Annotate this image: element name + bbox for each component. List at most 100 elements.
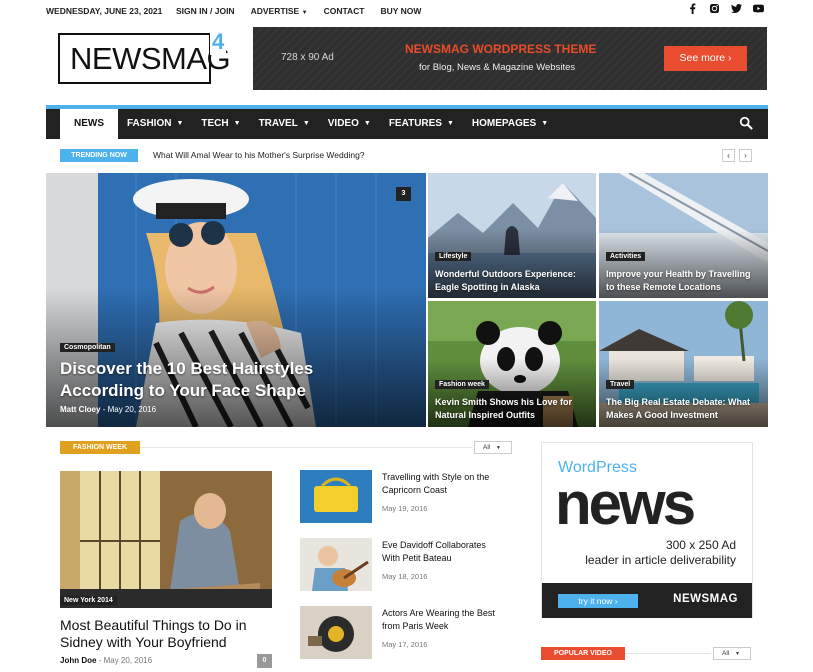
yellow-bag-photo bbox=[300, 470, 372, 523]
category-badge[interactable]: Activities bbox=[606, 252, 646, 261]
title-line: Sidney with Your Boyfriend bbox=[60, 634, 227, 650]
chevron-down-icon: ▼ bbox=[302, 120, 310, 127]
article-title[interactable]: Kevin Smith Shows his Love for Natural I… bbox=[435, 396, 572, 421]
trending-prev-button[interactable]: ‹ bbox=[722, 149, 735, 162]
title-line: Most Beautiful Things to Do in bbox=[60, 617, 247, 633]
advertise-label: ADVERTISE bbox=[250, 6, 300, 16]
top-bar: WEDNESDAY, JUNE 23, 2021 SIGN IN / JOIN … bbox=[46, 0, 768, 22]
see-more-button[interactable]: See more › bbox=[664, 46, 747, 71]
article-thumbnail[interactable] bbox=[300, 538, 372, 591]
nav-item-tech[interactable]: TECH ▼ bbox=[192, 109, 249, 139]
chevron-down-icon: ▼ bbox=[541, 120, 549, 127]
fashion-week-filter[interactable]: All ▼ bbox=[474, 441, 512, 454]
nav-label: FEATURES bbox=[388, 118, 442, 129]
category-badge[interactable]: Fashion week bbox=[435, 380, 489, 389]
section-divider bbox=[625, 653, 711, 654]
fashion-big-image[interactable]: New York 2014 bbox=[60, 471, 272, 608]
nav-label: TRAVEL bbox=[258, 118, 298, 129]
article-thumbnail[interactable] bbox=[300, 606, 372, 659]
featured-main-article[interactable]: 3 Cosmopolitan Discover the 10 Best Hair… bbox=[46, 173, 426, 427]
list-item[interactable]: Travelling with Style on the Capricorn Co… bbox=[300, 470, 515, 525]
fashion-big-title[interactable]: Most Beautiful Things to Do in Sidney wi… bbox=[60, 617, 247, 651]
trending-badge: TRENDING NOW bbox=[60, 149, 138, 162]
nav-item-news[interactable]: NEWS bbox=[60, 109, 118, 139]
header-ad-banner[interactable]: 728 x 90 Ad NEWSMAG WORDPRESS THEME for … bbox=[253, 27, 767, 90]
try-it-now-button[interactable]: try it now › bbox=[558, 594, 638, 608]
child-guitar-photo bbox=[300, 538, 372, 591]
nav-item-features[interactable]: FEATURES ▼ bbox=[380, 109, 463, 139]
section-divider bbox=[140, 447, 472, 448]
twitter-icon[interactable] bbox=[731, 3, 742, 14]
ad-size-label: 300 x 250 Ad bbox=[665, 538, 736, 552]
article-title[interactable]: Wonderful Outdoors Experience: Eagle Spo… bbox=[435, 268, 576, 293]
sign-in-link[interactable]: SIGN IN / JOIN bbox=[176, 6, 235, 16]
site-logo[interactable]: NEWSMAG 4 bbox=[58, 29, 231, 86]
contact-link[interactable]: CONTACT bbox=[324, 6, 365, 16]
article-title[interactable]: Travelling with Style on the Capricorn Co… bbox=[382, 471, 512, 496]
category-badge[interactable]: Travel bbox=[606, 380, 635, 389]
popular-video-filter[interactable]: All ▼ bbox=[713, 647, 751, 660]
list-item[interactable]: Actors Are Wearing the Best from Paris We… bbox=[300, 606, 515, 661]
title-line: With Petit Bateau bbox=[382, 552, 452, 563]
article-date: May 19, 2016 bbox=[382, 504, 428, 513]
nav-label: HOMEPAGES bbox=[471, 118, 537, 129]
fashion-big-meta: John Doe - May 20, 2016 bbox=[60, 656, 152, 665]
article-title[interactable]: Discover the 10 Best Hairstyles Accordin… bbox=[60, 358, 313, 402]
comment-count[interactable]: 0 bbox=[257, 654, 272, 668]
featured-tile[interactable]: Fashion week Kevin Smith Shows his Love … bbox=[428, 301, 596, 427]
instagram-icon[interactable] bbox=[709, 3, 720, 14]
title-line: Eve Davidoff Collaborates bbox=[382, 540, 486, 550]
main-navigation: NEWS FASHION ▼ TECH ▼ TRAVEL ▼ VIDEO ▼ FEATU… bbox=[46, 105, 768, 139]
category-badge[interactable]: Lifestyle bbox=[435, 252, 472, 261]
current-date: WEDNESDAY, JUNE 23, 2021 bbox=[46, 6, 163, 16]
facebook-icon[interactable] bbox=[687, 3, 698, 14]
article-date: May 17, 2016 bbox=[382, 640, 428, 649]
chevron-down-icon: ▼ bbox=[363, 120, 371, 127]
chevron-down-icon: ▼ bbox=[446, 120, 454, 127]
chevron-down-icon: ▼ bbox=[233, 120, 241, 127]
article-author[interactable]: John Doe bbox=[60, 656, 96, 665]
advertise-link[interactable]: ADVERTISE ▼ bbox=[251, 6, 308, 16]
sidebar-ad[interactable]: WordPress news 300 x 250 Ad leader in ar… bbox=[541, 442, 753, 618]
title-line: The Big Real Estate Debate: What bbox=[606, 397, 751, 407]
category-badge[interactable]: Cosmopolitan bbox=[60, 343, 115, 352]
article-title[interactable]: Improve your Health by Travelling to the… bbox=[606, 268, 751, 293]
filter-label: All bbox=[722, 650, 730, 657]
nav-item-video[interactable]: VIDEO ▼ bbox=[319, 109, 380, 139]
trending-title[interactable]: What Will Amal Wear to his Mother's Surp… bbox=[153, 150, 365, 160]
mask-photo bbox=[300, 606, 372, 659]
article-meta: Matt Cloey - May 20, 2016 bbox=[60, 405, 156, 414]
popular-video-badge[interactable]: POPULAR VIDEO bbox=[541, 647, 625, 660]
logo-text: NEWSMAG bbox=[70, 41, 231, 76]
featured-tile[interactable]: Lifestyle Wonderful Outdoors Experience:… bbox=[428, 173, 596, 298]
article-author[interactable]: Matt Cloey bbox=[60, 405, 100, 414]
nav-item-homepages[interactable]: HOMEPAGES ▼ bbox=[463, 109, 557, 139]
nav-item-fashion[interactable]: FASHION ▼ bbox=[118, 109, 192, 139]
nav-label: FASHION bbox=[127, 118, 172, 129]
article-title[interactable]: Actors Are Wearing the Best from Paris We… bbox=[382, 607, 512, 632]
filter-label: All bbox=[483, 444, 491, 451]
title-line: Travelling with Style on the bbox=[382, 472, 490, 482]
ad-subline: for Blog, News & Magazine Websites bbox=[419, 62, 576, 73]
title-line: Natural Inspired Outfits bbox=[435, 409, 536, 420]
comment-count[interactable]: 3 bbox=[396, 187, 411, 201]
list-item[interactable]: Eve Davidoff Collaborates With Petit Bate… bbox=[300, 538, 515, 593]
youtube-icon[interactable] bbox=[753, 3, 764, 14]
article-title[interactable]: Eve Davidoff Collaborates With Petit Bate… bbox=[382, 539, 512, 564]
fashion-week-badge[interactable]: FASHION WEEK bbox=[60, 441, 140, 454]
ad-size-label: 728 x 90 Ad bbox=[281, 52, 334, 63]
article-thumbnail[interactable] bbox=[300, 470, 372, 523]
ad-footer: try it now › NEWSMAG bbox=[542, 583, 752, 618]
buy-now-link[interactable]: BUY NOW bbox=[380, 6, 421, 16]
nav-label: NEWS bbox=[74, 118, 104, 129]
nav-item-travel[interactable]: TRAVEL ▼ bbox=[250, 109, 319, 139]
title-line: Makes A Good Investment bbox=[606, 409, 718, 420]
featured-tile[interactable]: Activities Improve your Health by Travel… bbox=[599, 173, 768, 298]
trending-next-button[interactable]: › bbox=[739, 149, 752, 162]
featured-tile[interactable]: Travel The Big Real Estate Debate: What … bbox=[599, 301, 768, 427]
trending-bar: TRENDING NOW What Will Amal Wear to his … bbox=[46, 140, 768, 170]
ad-tagline: leader in article deliverability bbox=[585, 553, 736, 567]
search-icon[interactable] bbox=[739, 116, 753, 130]
article-title[interactable]: The Big Real Estate Debate: What Makes A… bbox=[606, 396, 750, 421]
category-badge[interactable]: New York 2014 bbox=[60, 596, 117, 605]
